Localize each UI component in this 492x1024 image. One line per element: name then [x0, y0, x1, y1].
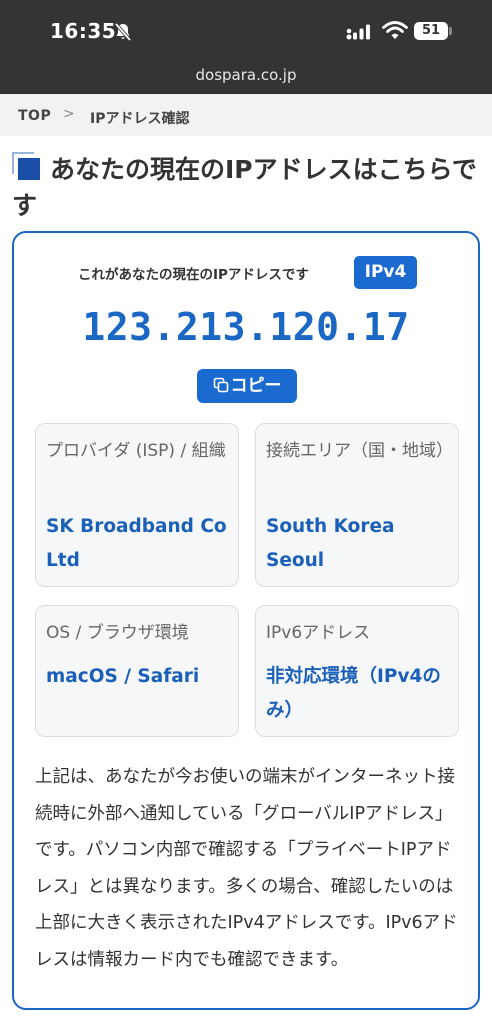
breadcrumb-current: IPアドレス確認	[90, 111, 190, 127]
info-box-os: OS / ブラウザ環境 macOS / Safari	[35, 605, 239, 737]
copy-label: コピー	[230, 376, 282, 395]
ip-address: 123.213.120.17	[82, 305, 410, 349]
isp-label: プロバイダ (ISP) / 組織	[46, 441, 226, 461]
page-title: あなたの現在のIPアドレスはこちらです	[12, 152, 482, 224]
ip-card: これがあなたの現在のIPアドレスです IPv4 123.213.120.17 コ…	[12, 231, 480, 1010]
battery-icon: 51	[414, 22, 448, 40]
ipv6-value: 非対応環境（IPv4のみ）	[266, 666, 441, 721]
copy-icon	[213, 377, 228, 393]
info-box-isp: プロバイダ (ISP) / 組織 SK Broadband Co Ltd	[35, 423, 239, 587]
square-bullet-icon	[18, 158, 40, 180]
info-box-area: 接続エリア（国・地域） South Korea Seoul	[255, 423, 459, 587]
status-time: 16:35	[50, 19, 117, 43]
breadcrumb-top-link[interactable]: TOP	[18, 108, 51, 124]
info-box-ipv6: IPv6アドレス 非対応環境（IPv4のみ）	[255, 605, 459, 737]
battery-nub	[449, 27, 452, 35]
os-value: macOS / Safari	[46, 666, 200, 687]
isp-value: SK Broadband Co Ltd	[46, 516, 227, 571]
signal-icon	[346, 24, 370, 40]
url-bar[interactable]: dospara.co.jp	[0, 62, 492, 94]
page-title-text: あなたの現在のIPアドレスはこちらです	[12, 155, 477, 220]
description-text: 上記は、あなたが今お使いの端末がインターネット接続時に外部へ通知している「グロー…	[35, 767, 458, 970]
area-label: 接続エリア（国・地域）	[266, 441, 453, 461]
copy-button[interactable]: コピー	[197, 369, 297, 403]
breadcrumb: TOP > IPアドレス確認	[0, 94, 492, 136]
status-bar: 16:35 51	[0, 0, 492, 62]
os-label: OS / ブラウザ環境	[46, 623, 189, 643]
ip-caption: これがあなたの現在のIPアドレスです	[78, 267, 309, 283]
wifi-icon	[382, 21, 408, 39]
bell-slash-icon	[114, 22, 132, 42]
ipv6-label: IPv6アドレス	[266, 623, 371, 643]
area-value: South Korea Seoul	[266, 516, 395, 571]
ipv4-badge: IPv4	[354, 256, 417, 289]
chevron-right-icon: >	[63, 106, 75, 122]
url-text: dospara.co.jp	[195, 66, 297, 84]
